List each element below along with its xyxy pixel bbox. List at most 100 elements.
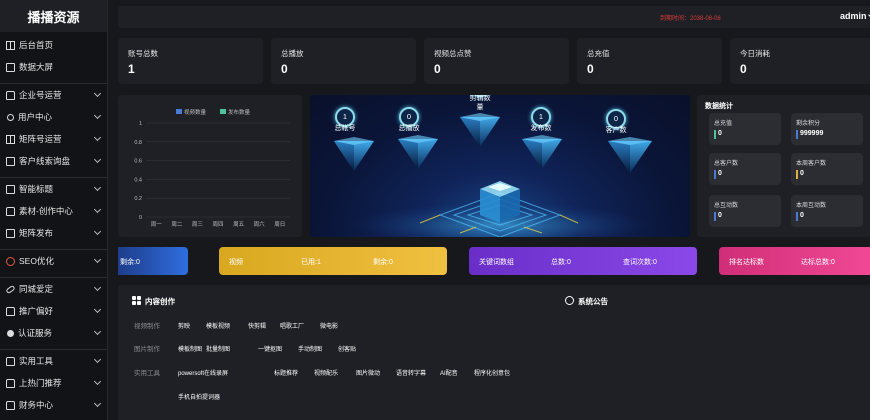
sidebar-item-label: 认证服务 [18, 328, 53, 338]
node-label: 剪辑数量 [469, 95, 491, 111]
sidebar-item-label: 智能标题 [19, 184, 54, 194]
sidebar-item[interactable]: 推广偏好 [0, 300, 107, 322]
sidebar-item[interactable]: 财务中心 [0, 394, 107, 416]
bar-text: 剩余:0 [120, 259, 140, 266]
title-icon [6, 184, 15, 194]
chevron-down-icon [93, 255, 102, 264]
mini-stat-interactions: 总互动数 0 [709, 195, 781, 227]
chevron-down-icon [93, 133, 102, 142]
visual-node-customers: 0 客户数 [586, 109, 646, 135]
content-link[interactable]: 模板视频 [206, 321, 230, 330]
node-label: 总帐号 [334, 125, 356, 132]
content-link[interactable]: 视频配乐 [314, 368, 338, 377]
sidebar-item[interactable]: 实用工具 [0, 350, 107, 372]
content-link[interactable]: 唱歌工厂 [280, 321, 304, 330]
content-link[interactable]: 剪映 [178, 321, 190, 330]
sidebar-item[interactable]: 同城爱定 [0, 278, 107, 300]
stat-value: 1 [128, 62, 135, 76]
app-root: 播播资源 后台首页 数据大屏 企业号运营 用户中心 矩阵号运营 客户线索询盘 智能标题 素材-… [0, 0, 870, 420]
grid-icon [132, 296, 141, 305]
visual-node-accounts: 1 总帐号 [315, 107, 375, 133]
mini-label: 剩余积分 [796, 121, 821, 127]
bar-text: 总数:0 [551, 259, 571, 266]
sidebar-item[interactable]: 数据大屏 [0, 56, 107, 78]
y-tick-label: 0 [139, 215, 142, 221]
sidebar-item-label: 同城爱定 [19, 284, 54, 294]
screen-icon [6, 62, 15, 72]
home-icon [6, 40, 15, 50]
y-tick-label: 0.8 [134, 140, 142, 146]
sidebar-item-label: 实用工具 [19, 356, 54, 366]
sidebar-item[interactable]: 用户中心 [0, 106, 107, 128]
sidebar-item[interactable]: 后台首页 [0, 34, 107, 56]
mini-stat-recharge: 总充值 0 [709, 113, 781, 145]
stat-card-accounts: 账号总数 1 [118, 38, 263, 84]
content-title: 内容创作 [145, 297, 175, 306]
content-link[interactable]: 批量制图 [206, 344, 230, 353]
video-quota-bar: 视频 已用:1 剩余:0 [219, 247, 447, 275]
chevron-down-icon [93, 305, 102, 314]
matrix-icon [6, 134, 15, 144]
sidebar-item-label: 上热门推荐 [19, 378, 62, 388]
stat-value: 0 [740, 62, 747, 76]
mini-value: 999999 [796, 130, 823, 139]
visual-node-publish: 1 发布数 [511, 107, 571, 133]
stat-label: 账号总数 [128, 49, 158, 58]
content-link[interactable]: 图片微动 [356, 368, 380, 377]
expiry-date: 到期时间：2038-08-08 [660, 16, 721, 22]
sidebar-item[interactable]: 矩阵发布 [0, 222, 107, 244]
stat-card-recharge: 总充值 0 [577, 38, 722, 84]
x-tick-label: 周一 [151, 221, 163, 228]
sidebar-item-label: 企业号运营 [19, 90, 62, 100]
x-tick-label: 周二 [171, 221, 183, 228]
content-link[interactable]: powersoft在线录屏 [178, 368, 228, 377]
node-label: 客户数 [605, 127, 627, 134]
weekly-chart-panel: 视频数量 发布数量 0 0.2 0.4 0.6 0.8 1 周一 周二 周三 周四 周五 周六 周日 [118, 95, 302, 237]
content-link[interactable]: 微电影 [320, 321, 338, 330]
content-link[interactable]: AI配音 [440, 368, 458, 377]
content-link[interactable]: 手机自拍提词器 [178, 392, 220, 401]
sidebar-item[interactable]: 认证服务 [0, 322, 107, 344]
seo-icon [6, 256, 15, 266]
content-link[interactable]: 语音转字幕 [396, 368, 426, 377]
y-tick-label: 0.2 [134, 196, 142, 202]
content-link[interactable]: 标题推荐 [274, 368, 298, 377]
legend-swatch [176, 109, 182, 114]
finance-icon [6, 400, 15, 410]
stat-label: 总播放 [281, 49, 304, 58]
mini-value: 0 [714, 212, 722, 221]
sidebar-item[interactable]: 智能标题 [0, 178, 107, 200]
hot-icon [6, 378, 15, 388]
notice-icon [565, 296, 574, 305]
sidebar-item[interactable]: 企业号运营 [0, 84, 107, 106]
content-creation-panel: 内容创作 系统公告 视频制作 剪映 模板视频 快剪辑 唱歌工厂 微电影 图片制作 模板制图 批量… [118, 285, 870, 420]
pyramid-icon [608, 137, 652, 173]
content-link[interactable]: 创客贴 [338, 344, 356, 353]
mini-label: 总客户数 [714, 161, 739, 167]
chevron-down-icon [93, 89, 102, 98]
bar-text: 关键词数组 [479, 259, 514, 266]
visual-node-edits: 0 剪辑数量 [450, 95, 510, 112]
bar-text: 达标总数:0 [801, 259, 835, 266]
content-link[interactable]: 程序化创意包 [474, 368, 510, 377]
bar-text: 视频 [229, 259, 243, 266]
mini-value: 0 [714, 170, 722, 179]
mini-value: 0 [796, 212, 804, 221]
sidebar-item[interactable]: 矩阵号运营 [0, 128, 107, 150]
content-link[interactable]: 一键抠图 [258, 344, 282, 353]
stat-card-plays: 总播放 0 [271, 38, 416, 84]
sidebar-item[interactable]: 上热门推荐 [0, 372, 107, 394]
user-menu[interactable]: admin [840, 11, 870, 21]
content-link[interactable]: 手动制图 [298, 344, 322, 353]
stat-value: 0 [587, 62, 594, 76]
x-tick-label: 周五 [233, 221, 245, 228]
ranking-bar: 排名达标数 达标总数:0 [719, 247, 870, 275]
content-link[interactable]: 快剪辑 [248, 321, 266, 330]
sidebar-item[interactable]: SEO优化 [0, 250, 107, 272]
sidebar-item[interactable]: 客户线索询盘 [0, 150, 107, 172]
material-icon [6, 206, 15, 216]
sidebar-item-label: 财务中心 [19, 400, 54, 410]
sidebar-item[interactable]: 素材-创作中心 [0, 200, 107, 222]
mini-value: 0 [796, 170, 804, 179]
content-link[interactable]: 模板制图 [178, 344, 202, 353]
